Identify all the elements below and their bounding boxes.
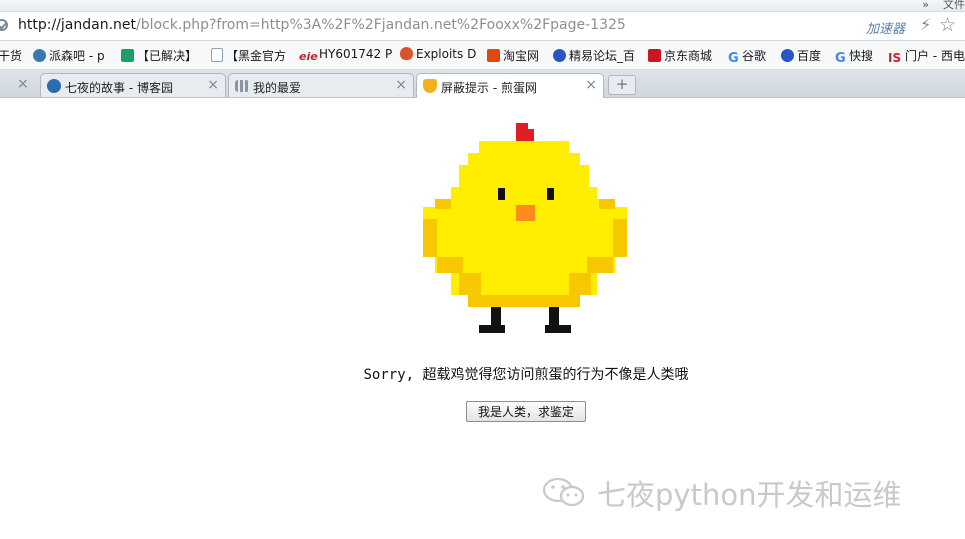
overflow-chevron-icon[interactable]: » <box>922 0 929 11</box>
watermark-text: 七夜python开发和运维 <box>597 478 902 512</box>
bookmark-label: 快搜 <box>849 49 874 63</box>
tab-title: 七夜的故事 - 博客园 <box>65 81 173 95</box>
tab-close-icon[interactable]: × <box>17 76 29 92</box>
bookmark-label: 淘宝网 <box>503 49 540 63</box>
xd-icon: IS <box>888 51 902 65</box>
bookmark-label: Exploits D <box>416 47 477 61</box>
tab-favorites[interactable]: 我的最爱 × <box>228 73 414 97</box>
bookmark-item[interactable]: 【已解决】 <box>121 47 197 64</box>
bookmark-label: 精易论坛_百 <box>569 49 636 63</box>
bookmark-label: 派森吧 - p <box>49 49 105 63</box>
bookmark-label: HY601742 P <box>319 47 393 61</box>
bookmark-item[interactable]: Exploits D <box>400 47 476 61</box>
bookmark-label: 【黑金官方 <box>226 49 287 63</box>
paw-icon <box>781 49 794 62</box>
file-menu-label[interactable]: 文件 <box>943 0 965 11</box>
url-field[interactable]: http://jandan.net/block.php?from=http%3A… <box>18 17 626 33</box>
tab-title: 我的最爱 <box>253 81 302 95</box>
page-icon <box>211 48 223 62</box>
pixel-chick-image <box>423 123 627 333</box>
bookmark-item[interactable]: G 谷歌 <box>728 47 767 66</box>
bookmarks-bar: 干货 派森吧 - p 【已解决】 【黑金官方 eieHY601742 P Exp… <box>0 41 965 70</box>
url-path: /block.php?from=http%3A%2F%2Fjandan.net%… <box>136 17 626 33</box>
google-icon: G <box>728 51 739 66</box>
grid-icon <box>235 80 249 92</box>
bookmark-star-icon[interactable]: ☆ <box>939 14 956 36</box>
wechat-icon <box>542 477 585 507</box>
address-bar[interactable]: http://jandan.net/block.php?from=http%3A… <box>0 12 965 41</box>
taobao-icon <box>487 49 500 62</box>
bookmark-label: 百度 <box>797 49 822 63</box>
new-tab-button[interactable]: + <box>608 75 636 95</box>
bookmark-item[interactable]: 精易论坛_百 <box>553 47 635 64</box>
python-icon <box>33 49 46 62</box>
security-shield-icon <box>0 19 8 31</box>
blog-icon <box>47 79 61 93</box>
bookmark-item[interactable]: 派森吧 - p <box>33 47 105 64</box>
bookmark-item[interactable]: eieHY601742 P <box>299 47 392 63</box>
accelerator-button[interactable]: 加速器 <box>866 18 905 37</box>
bookmark-item[interactable]: 百度 <box>781 47 821 64</box>
bookmark-label: 京东商城 <box>664 49 713 63</box>
bookmark-label: 干货 <box>0 49 23 63</box>
tab-close-icon[interactable]: × <box>207 77 219 93</box>
jd-icon <box>648 49 661 62</box>
tab-title: 屏蔽提示 - 煎蛋网 <box>441 81 537 95</box>
leaf-icon <box>121 49 134 62</box>
bookmark-label: 【已解决】 <box>137 49 198 63</box>
paw-icon <box>553 49 566 62</box>
window-top-strip: » 文件 <box>0 0 965 12</box>
bookmark-item[interactable]: IS 门户 - 西电 <box>888 47 965 65</box>
bookmark-item[interactable]: 干货 <box>0 47 22 64</box>
bookmark-label: 谷歌 <box>742 49 767 63</box>
google-icon: G <box>835 51 846 66</box>
tab-close-icon[interactable]: × <box>585 77 597 93</box>
url-host: http://jandan.net <box>18 17 136 33</box>
tab-close-icon[interactable]: × <box>395 77 407 93</box>
bookmark-item[interactable]: 淘宝网 <box>487 47 539 64</box>
block-message: Sorry, 超载鸡觉得您访问煎蛋的行为不像是人类哦 <box>363 367 689 383</box>
tab-blog[interactable]: 七夜的故事 - 博客园 × <box>40 73 226 97</box>
bookmark-item[interactable]: G 快搜 <box>835 47 874 66</box>
chick-illustration <box>423 123 627 333</box>
tab-strip: × 七夜的故事 - 博客园 × 我的最爱 × 屏蔽提示 - 煎蛋网 × + <box>0 70 965 98</box>
bookmark-label: 门户 - 西电 <box>905 49 965 63</box>
bookmark-item[interactable]: 京东商城 <box>648 47 712 64</box>
egg-icon <box>423 79 437 93</box>
tab-jandan-block[interactable]: 屏蔽提示 - 煎蛋网 × <box>416 73 604 98</box>
verify-human-button[interactable]: 我是人类，求鉴定 <box>466 401 586 422</box>
bookmark-item[interactable]: 【黑金官方 <box>211 47 286 64</box>
bug-icon <box>400 47 413 60</box>
lightning-icon[interactable]: ⚡ <box>920 15 931 34</box>
eie-icon: eie <box>299 50 318 63</box>
top-right-controls: » 文件 <box>922 0 965 12</box>
